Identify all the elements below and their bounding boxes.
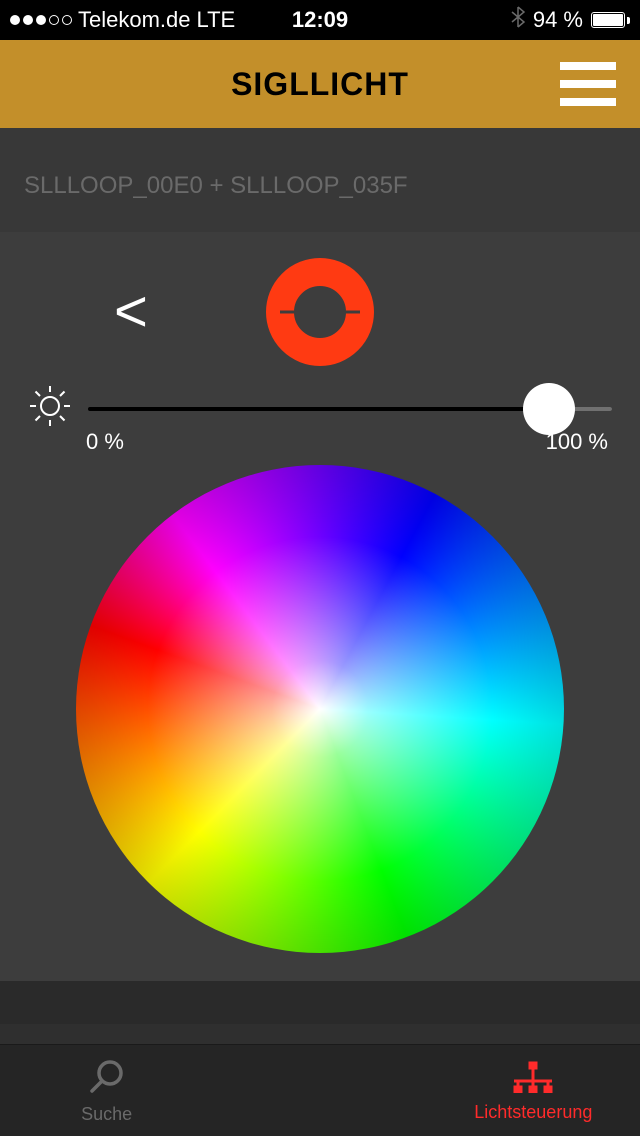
clock-label: 12:09 [292,7,348,33]
tab-light-control[interactable]: Lichtsteuerung [427,1045,640,1136]
divider [0,1024,640,1044]
status-bar: Telekom.de LTE 12:09 94 % [0,0,640,40]
brightness-min-label: 0 % [86,429,124,455]
slider-thumb[interactable] [523,383,575,435]
tab-search[interactable]: Suche [0,1045,213,1136]
battery-icon [591,12,630,28]
brightness-labels: 0 % 100 % [24,429,616,455]
tab-light-control-label: Lichtsteuerung [474,1102,592,1123]
bluetooth-icon [511,6,525,34]
tab-spacer [213,1045,426,1136]
brightness-slider[interactable] [88,389,612,429]
tab-search-label: Suche [81,1104,132,1125]
top-controls: < [24,252,616,372]
color-wheel[interactable] [76,465,564,953]
light-control-icon [510,1059,556,1098]
battery-percent-label: 94 % [533,7,583,33]
search-icon [88,1057,126,1100]
signal-strength-icon [10,15,72,25]
network-type-label: LTE [197,7,236,33]
app-header: SIGLLICHT [0,40,640,128]
app-title: SIGLLICHT [231,66,409,103]
brightness-control [24,384,616,433]
status-left: Telekom.de LTE [10,7,292,33]
brightness-icon [28,384,72,433]
color-preview-ring[interactable] [265,257,375,367]
back-button[interactable]: < [114,283,148,341]
tab-bar: Suche Lichtsteuerung [0,1044,640,1136]
device-names-label: SLLLOOP_00E0 + SLLLOOP_035F [0,128,640,232]
carrier-label: Telekom.de [78,7,191,33]
status-right: 94 % [348,6,630,34]
menu-button[interactable] [560,62,616,106]
color-wheel-container [24,465,616,953]
control-panel: < 0 [0,232,640,981]
